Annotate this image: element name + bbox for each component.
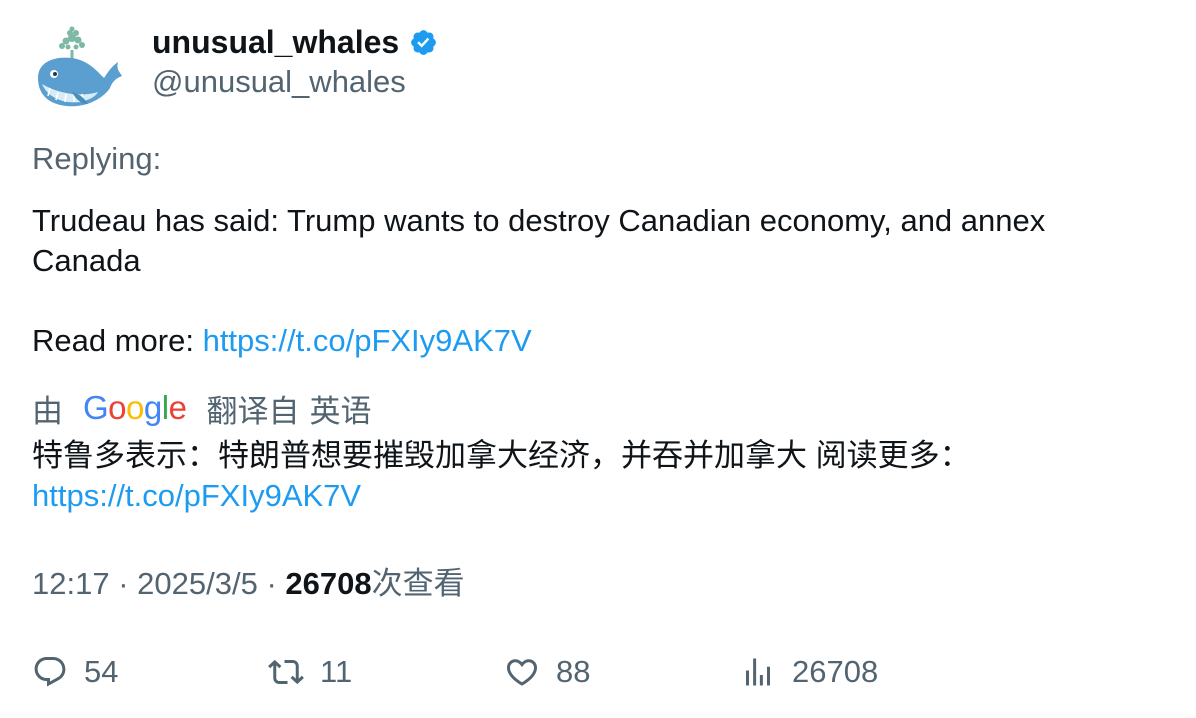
translate-by-label: 由 [32, 393, 63, 429]
display-name[interactable]: unusual_whales [152, 24, 399, 61]
tweet-time[interactable]: 12:17 [32, 566, 110, 601]
views-label: 次查看 [371, 566, 465, 601]
translated-link[interactable]: https://t.co/pFXIy9AK7V [32, 478, 361, 513]
google-logo-letter: e [168, 389, 187, 426]
like-count: 88 [556, 654, 591, 689]
retweet-button[interactable]: 11 [268, 650, 352, 694]
translated-text-line: 特鲁多表示：特朗普想要摧毁加拿大经济，并吞并加拿大 阅读更多： [32, 438, 971, 473]
display-name-row: unusual_whales [152, 22, 438, 62]
author-info: unusual_whales @unusual_whales [152, 22, 438, 102]
avatar[interactable] [32, 26, 126, 112]
views-count: 26708 [285, 566, 372, 601]
retweet-icon [268, 659, 304, 685]
google-logo[interactable]: Google [83, 389, 187, 427]
source-language: 英语 [309, 393, 372, 429]
retweet-count: 11 [320, 654, 353, 689]
meta-separator: · [118, 566, 129, 601]
translated-from-label: 翻译自 [206, 393, 300, 429]
analytics-icon [746, 658, 770, 686]
read-more-line: Read more: https://t.co/pFXIy9AK7V [32, 321, 1152, 361]
google-logo-letter: G [83, 389, 109, 426]
reply-button[interactable]: 54 [32, 650, 118, 694]
tweet-meta: 12:17 · 2025/3/5 · 26708次查看 [32, 564, 465, 604]
views-action-count: 26708 [792, 654, 879, 689]
action-bar: 54 11 88 26708 [32, 650, 1162, 694]
google-logo-letter: g [143, 389, 162, 426]
google-logo-letter: o [126, 389, 144, 426]
tweet-link[interactable]: https://t.co/pFXIy9AK7V [203, 323, 532, 358]
verified-badge-icon[interactable] [409, 28, 438, 57]
handle[interactable]: @unusual_whales [152, 62, 438, 102]
replying-label: Replying: [32, 141, 162, 176]
read-more-label: Read more: [32, 323, 203, 358]
meta-separator: · [266, 566, 277, 601]
tweet-card: unusual_whales @unusual_whales Replying:… [0, 0, 1196, 718]
heart-icon [506, 659, 538, 686]
tweet-date[interactable]: 2025/3/5 [137, 566, 258, 601]
whale-icon [38, 26, 122, 107]
google-logo-letter: l [161, 389, 169, 426]
views-button[interactable]: 26708 [740, 650, 878, 694]
translation-attribution: 由 Google 翻译自 英语 [32, 386, 371, 430]
tweet-text: Trudeau has said: Trump wants to destroy… [32, 201, 1152, 361]
reply-count: 54 [84, 654, 119, 689]
translated-text: 特鲁多表示：特朗普想要摧毁加拿大经济，并吞并加拿大 阅读更多： https://… [32, 436, 1152, 516]
tweet-text-line: Trudeau has said: Trump wants to destroy… [32, 203, 1046, 278]
google-logo-letter: o [108, 389, 127, 426]
reply-icon [34, 657, 66, 687]
like-button[interactable]: 88 [504, 650, 590, 694]
